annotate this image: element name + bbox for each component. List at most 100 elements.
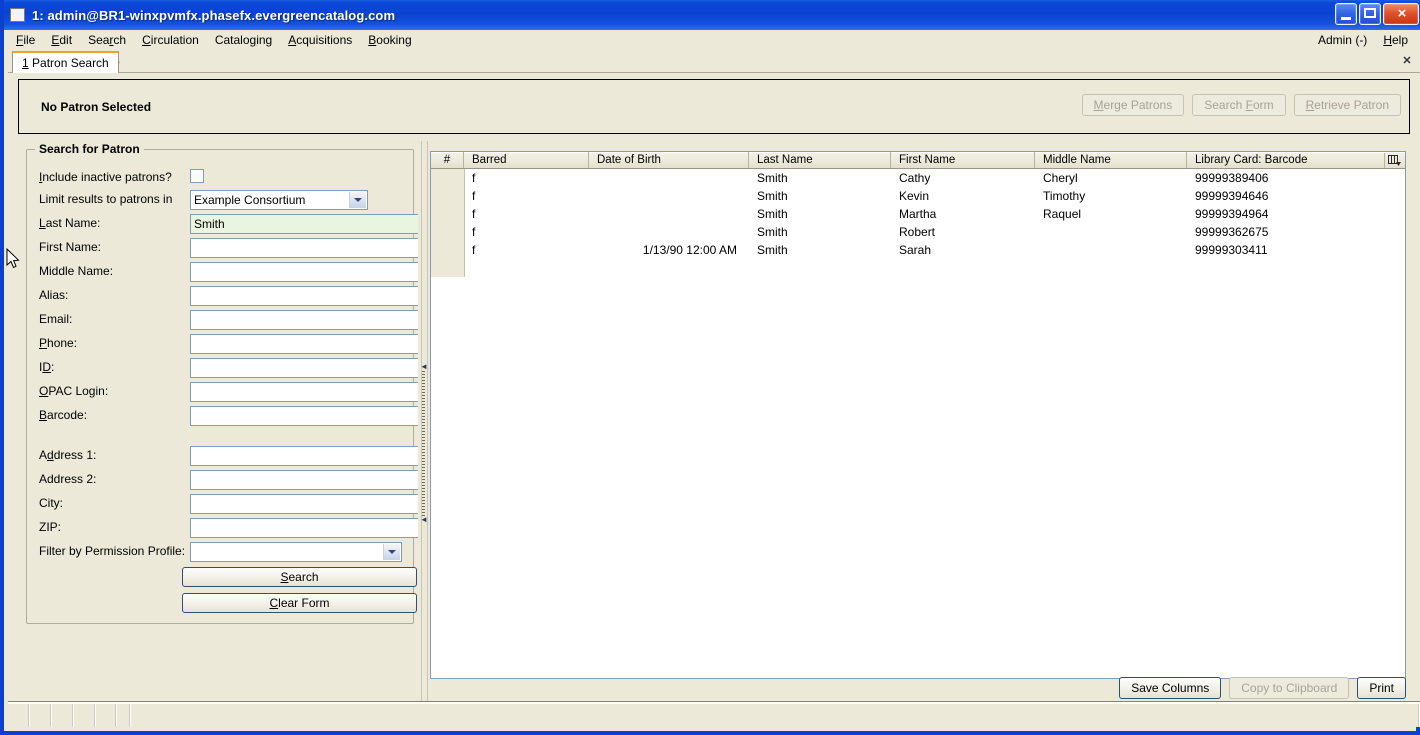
cell-barcode: 99999394646 — [1195, 189, 1269, 203]
limit-results-value: Example Consortium — [194, 193, 306, 207]
search-form-button[interactable]: Search Form — [1192, 94, 1286, 116]
cell-barred: f — [472, 207, 476, 221]
print-button[interactable]: Print — [1357, 677, 1406, 699]
table-row[interactable]: 3fSmithMarthaRaquel99999394964 — [431, 205, 1405, 223]
table-row[interactable]: 4fSmithRobert99999362675 — [431, 223, 1405, 241]
row-city: City: — [35, 494, 425, 514]
zip-input[interactable] — [190, 518, 425, 538]
patron-header-buttons: Merge Patrons Search Form Retrieve Patro… — [1081, 94, 1401, 116]
copy-to-clipboard-button[interactable]: Copy to Clipboard — [1229, 677, 1350, 699]
column-header-dob[interactable]: Date of Birth — [589, 152, 749, 168]
address-2-label: Address 2: — [39, 472, 97, 486]
menu-admin[interactable]: Admin (-) — [1310, 31, 1375, 49]
column-header-num[interactable]: # — [431, 152, 464, 168]
id-input[interactable] — [190, 358, 425, 378]
cell-first: Robert — [899, 225, 936, 239]
search-button[interactable]: Search — [182, 567, 417, 587]
tab-patron-search[interactable]: 1 Patron Search — [12, 51, 119, 73]
email-label: Email: — [39, 312, 73, 326]
splitter-grip[interactable] — [422, 371, 425, 516]
column-header-middle[interactable]: Middle Name — [1035, 152, 1187, 168]
phone-label: Phone: — [39, 336, 78, 350]
merge-patrons-button[interactable]: Merge Patrons — [1081, 94, 1185, 116]
menu-acquisitions[interactable]: Acquisitions — [280, 31, 360, 49]
menu-bar-right: Admin (-) Help — [1310, 30, 1416, 50]
address-2-input[interactable] — [190, 470, 425, 490]
search-group-title: Search for Patron — [35, 142, 144, 156]
patron-summary-header: No Patron Selected Merge Patrons Search … — [18, 79, 1410, 134]
close-tab-icon[interactable]: ✕ — [1400, 54, 1414, 68]
menu-booking[interactable]: Booking — [360, 31, 419, 49]
save-columns-button[interactable]: Save Columns — [1119, 677, 1222, 699]
row-limit-results: Limit results to patrons in Example Cons… — [35, 190, 405, 210]
barcode-input[interactable] — [190, 406, 425, 426]
menu-search[interactable]: Search — [80, 31, 134, 49]
menu-cataloging[interactable]: Cataloging — [207, 31, 280, 49]
cell-last: Smith — [757, 171, 788, 185]
email-input[interactable] — [190, 310, 425, 330]
search-panel: Search for Patron Include inactive patro… — [18, 141, 425, 701]
menu-edit[interactable]: Edit — [43, 31, 80, 49]
title-bar: 1: admin@BR1-winxpvmfx.phasefx.evergreen… — [4, 0, 1420, 30]
cell-last: Smith — [757, 189, 788, 203]
cell-middle — [1035, 241, 1187, 259]
clear-form-button[interactable]: Clear Form — [182, 593, 417, 613]
application-window: 1: admin@BR1-winxpvmfx.phasefx.evergreen… — [0, 0, 1420, 735]
row-address-2: Address 2: — [35, 470, 425, 490]
menu-circulation[interactable]: Circulation — [134, 31, 207, 49]
first-name-input[interactable] — [190, 238, 425, 258]
last-name-input[interactable] — [190, 214, 425, 234]
menu-help[interactable]: Help — [1375, 31, 1416, 49]
cell-barcode: 99999389406 — [1195, 171, 1269, 185]
table-row[interactable]: 1fSmithCathyCheryl99999389406 — [431, 169, 1405, 187]
table-row[interactable]: 5f1/13/90 12:00 AMSmithSarah99999303411 — [431, 241, 1405, 259]
retrieve-patron-button[interactable]: Retrieve Patron — [1293, 94, 1401, 116]
status-segment-4 — [74, 704, 96, 727]
results-grid-header: # Barred Date of Birth Last Name First Name M… — [431, 152, 1405, 169]
row-address-1: Address 1: — [35, 446, 425, 466]
results-panel: # Barred Date of Birth Last Name First Name M… — [430, 141, 1410, 701]
opac-login-input[interactable] — [190, 382, 425, 402]
column-header-last[interactable]: Last Name — [749, 152, 891, 168]
column-picker-icon[interactable] — [1384, 153, 1403, 168]
status-segment-6 — [117, 704, 131, 727]
cell-last: Smith — [757, 225, 788, 239]
permission-profile-select[interactable] — [190, 542, 402, 562]
maximize-button[interactable] — [1359, 3, 1381, 25]
middle-name-input[interactable] — [190, 262, 425, 282]
column-header-first[interactable]: First Name — [891, 152, 1035, 168]
close-button[interactable]: × — [1383, 3, 1419, 25]
splitter-collapse-right-icon[interactable]: ◄ — [420, 516, 428, 524]
first-name-label: First Name: — [39, 240, 102, 254]
limit-results-label: Limit results to patrons in — [39, 192, 173, 206]
cell-middle: Timothy — [1043, 189, 1086, 203]
search-for-patron-group: Search for Patron Include inactive patro… — [26, 142, 425, 624]
cell-dob — [589, 187, 749, 205]
column-header-barred[interactable]: Barred — [464, 152, 589, 168]
address-1-label: Address 1: — [39, 448, 97, 462]
patron-status-label: No Patron Selected — [41, 100, 152, 114]
chevron-down-icon — [383, 544, 400, 560]
cell-barred: f — [472, 189, 476, 203]
column-header-barcode[interactable]: Library Card: Barcode — [1187, 152, 1404, 168]
address-1-input[interactable] — [190, 446, 425, 466]
minimize-button[interactable] — [1335, 3, 1357, 25]
cell-middle: Raquel — [1043, 207, 1082, 221]
include-inactive-checkbox[interactable] — [190, 169, 204, 183]
city-input[interactable] — [190, 494, 425, 514]
cell-barred: f — [472, 243, 476, 257]
cell-dob: 1/13/90 12:00 AM — [642, 243, 737, 257]
menu-file[interactable]: File — [8, 31, 43, 49]
limit-results-select[interactable]: Example Consortium — [190, 190, 368, 210]
opac-login-label: OPAC Login: — [39, 384, 109, 398]
alias-input[interactable] — [190, 286, 425, 306]
cell-barcode: 99999362675 — [1195, 225, 1269, 239]
splitter-collapse-left-icon[interactable]: ◄ — [420, 363, 428, 371]
row-phone: Phone: — [35, 334, 425, 354]
panel-splitter[interactable]: ◄ ◄ — [418, 141, 430, 701]
row-number-gutter — [431, 169, 465, 277]
cell-first: Cathy — [899, 171, 931, 185]
phone-input[interactable] — [190, 334, 425, 354]
table-row[interactable]: 2fSmithKevinTimothy99999394646 — [431, 187, 1405, 205]
row-alias: Alias: — [35, 286, 425, 306]
